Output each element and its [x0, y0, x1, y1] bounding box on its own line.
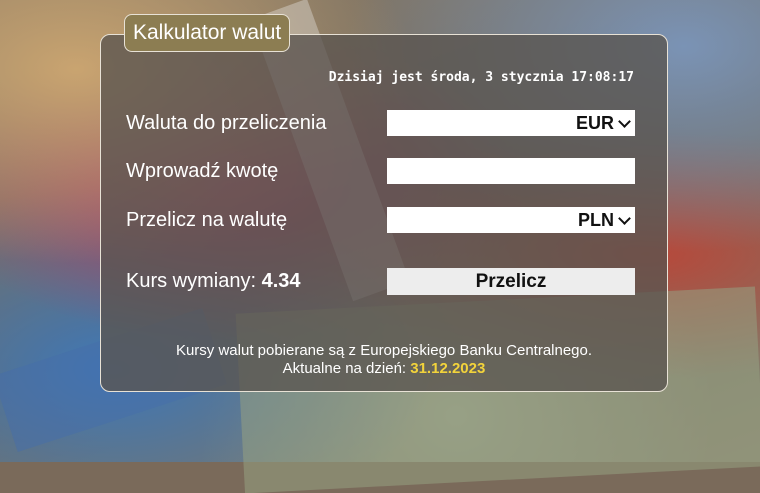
from-currency-value: EUR	[575, 112, 614, 133]
chevron-down-icon	[618, 211, 631, 225]
to-currency-value: PLN	[578, 209, 614, 230]
chevron-down-icon	[618, 114, 631, 128]
footer-date-line: Aktualne na dzień: 31.12.2023	[100, 360, 668, 377]
amount-label: Wprowadź kwotę	[126, 160, 279, 182]
amount-input[interactable]	[387, 158, 635, 184]
convert-button[interactable]: Przelicz	[387, 268, 635, 295]
current-datetime: Dzisiaj jest środa, 3 stycznia 17:08:17	[328, 70, 634, 85]
footer-date-value: 31.12.2023	[410, 360, 486, 377]
to-currency-select[interactable]: PLN	[387, 207, 635, 233]
footer-source-note: Kursy walut pobierane są z Europejskiego…	[175, 342, 593, 359]
panel-title: Kalkulator walut	[124, 14, 291, 52]
exchange-rate-value: 4.34	[261, 270, 301, 292]
from-currency-label: Waluta do przeliczenia	[126, 112, 327, 134]
footer-date-prefix: Aktualne na dzień:	[282, 360, 407, 377]
to-currency-label: Przelicz na walutę	[126, 209, 288, 231]
from-currency-select[interactable]: EUR	[387, 110, 635, 136]
exchange-rate-label: Kurs wymiany:	[126, 270, 257, 292]
exchange-rate: Kurs wymiany: 4.34	[126, 270, 301, 293]
